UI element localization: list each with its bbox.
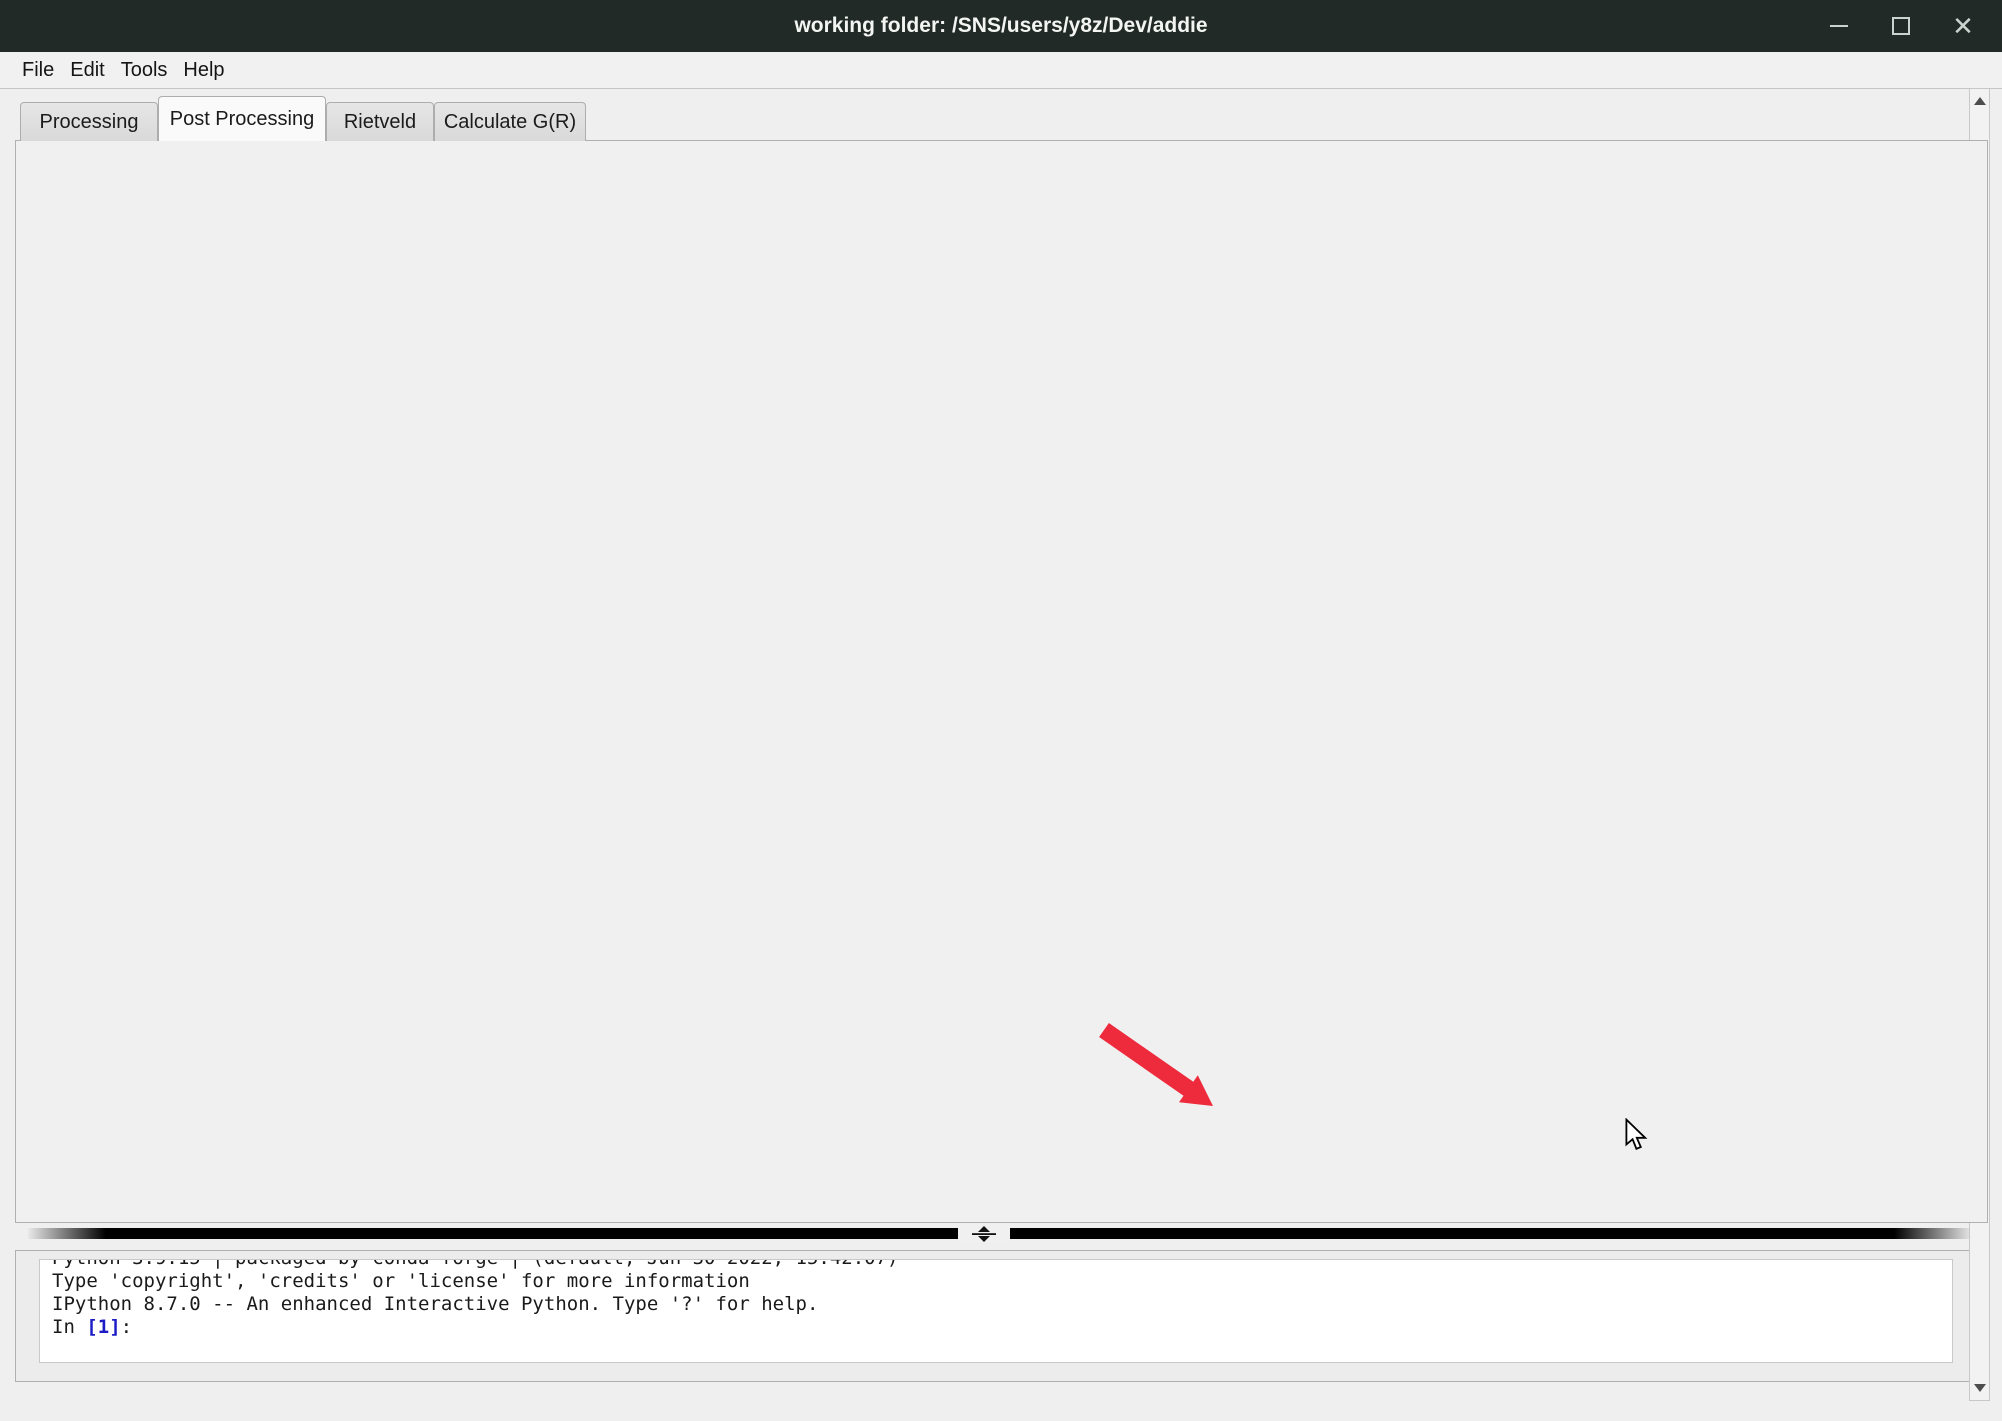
tab-post-processing[interactable]: Post Processing bbox=[158, 96, 326, 141]
menu-help[interactable]: Help bbox=[183, 59, 224, 82]
splitter-arrows-icon bbox=[964, 1225, 1004, 1243]
mouse-cursor-icon bbox=[1624, 1118, 1650, 1152]
application-window: working folder: /SNS/users/y8z/Dev/addie… bbox=[0, 0, 2002, 1421]
scroll-down-icon[interactable] bbox=[1970, 1378, 1989, 1398]
close-button[interactable]: ✕ bbox=[1942, 6, 1984, 46]
annotation-arrow-icon bbox=[1088, 1020, 1228, 1120]
splitter-handle[interactable] bbox=[958, 1224, 1010, 1244]
prompt-number: [1] bbox=[86, 1316, 120, 1338]
menu-edit[interactable]: Edit bbox=[70, 59, 104, 82]
minimize-button[interactable] bbox=[1818, 6, 1860, 46]
close-icon: ✕ bbox=[1952, 13, 1974, 39]
console-line: Python 3.9.15 | packaged by conda-forge … bbox=[52, 1259, 1940, 1270]
console-line: Type 'copyright', 'credits' or 'license'… bbox=[52, 1270, 1940, 1293]
console-text-area[interactable]: Python 3.9.15 | packaged by conda-forge … bbox=[39, 1259, 1953, 1363]
maximize-button[interactable] bbox=[1880, 6, 1922, 46]
prompt-in: In bbox=[52, 1316, 86, 1338]
tab-rietveld[interactable]: Rietveld bbox=[326, 102, 434, 141]
prompt-colon: : bbox=[121, 1316, 132, 1338]
console-prompt: In [1]: bbox=[52, 1316, 1940, 1339]
title-bar[interactable]: working folder: /SNS/users/y8z/Dev/addie… bbox=[0, 0, 2002, 52]
tab-processing[interactable]: Processing bbox=[20, 102, 158, 141]
window-title: working folder: /SNS/users/y8z/Dev/addie bbox=[0, 0, 2002, 52]
minimize-icon bbox=[1830, 25, 1848, 27]
menu-bar: File Edit Tools Help bbox=[0, 52, 2002, 89]
tab-calculate-gr[interactable]: Calculate G(R) bbox=[434, 102, 586, 141]
maximize-icon bbox=[1892, 17, 1910, 35]
scroll-up-icon[interactable] bbox=[1970, 91, 1989, 111]
menu-tools[interactable]: Tools bbox=[121, 59, 168, 82]
ipython-console[interactable]: Python 3.9.15 | packaged by conda-forge … bbox=[15, 1250, 1988, 1382]
console-line: IPython 8.7.0 -- An enhanced Interactive… bbox=[52, 1293, 1940, 1316]
menu-file[interactable]: File bbox=[22, 59, 54, 82]
tab-page bbox=[15, 140, 1988, 1223]
